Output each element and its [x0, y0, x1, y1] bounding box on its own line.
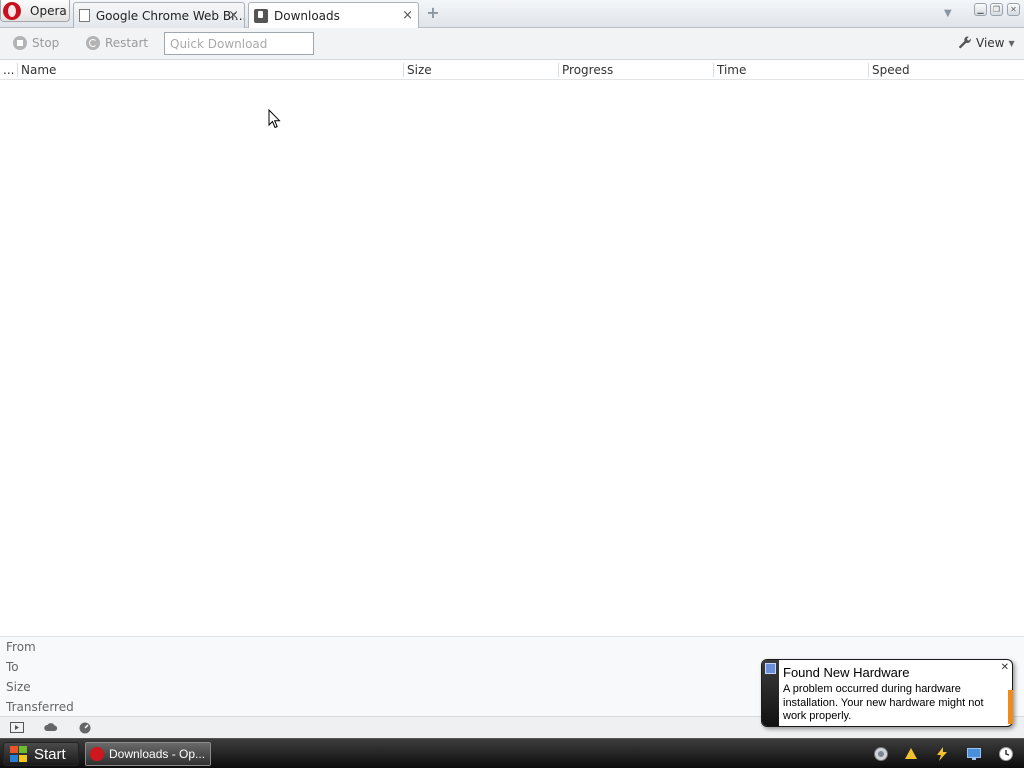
notification-body: A problem occurred during hardware insta… — [783, 683, 984, 722]
detail-size-label: Size — [6, 680, 31, 694]
close-icon[interactable]: ✕ — [1001, 662, 1009, 673]
quick-download-input[interactable] — [164, 32, 314, 55]
tray-network-icon[interactable] — [873, 746, 889, 762]
close-tab-icon[interactable]: × — [228, 8, 239, 23]
opera-menu-button[interactable]: Opera — [0, 0, 70, 22]
view-label: View — [976, 36, 1005, 50]
stop-button[interactable]: Stop — [13, 36, 59, 50]
tray-monitor-icon[interactable] — [966, 746, 982, 762]
turbo-speedometer-icon[interactable] — [78, 721, 92, 734]
download-list[interactable] — [0, 81, 1024, 635]
new-tab-button[interactable]: + — [425, 5, 441, 21]
column-speed[interactable]: Speed — [872, 63, 910, 77]
column-header: ... Name Size Progress Time Speed — [0, 61, 1024, 80]
notification-accent — [1008, 690, 1013, 724]
tab-label: Downloads — [274, 9, 340, 23]
downloads-icon — [254, 9, 268, 23]
opera-icon — [90, 747, 104, 761]
column-divider — [403, 63, 404, 77]
stop-icon — [13, 36, 27, 50]
found-new-hardware-notification[interactable]: ✕ Found New Hardware A problem occurred … — [761, 659, 1013, 727]
close-tab-icon[interactable]: × — [402, 8, 413, 23]
tab-downloads[interactable]: Downloads × — [248, 2, 419, 29]
restart-button[interactable]: Restart — [86, 36, 148, 50]
opera-unite-cloud-icon[interactable] — [44, 721, 58, 734]
column-divider — [868, 63, 869, 77]
column-size[interactable]: Size — [407, 63, 432, 77]
tray-alert-icon[interactable] — [903, 746, 919, 762]
taskbar-item-label: Downloads - Op... — [109, 747, 206, 761]
column-handle[interactable]: ... — [3, 63, 14, 77]
tray-lightning-icon[interactable] — [934, 746, 950, 762]
restore-icon[interactable]: ❐ — [990, 3, 1003, 16]
column-name[interactable]: Name — [21, 63, 56, 77]
tab-list-chevron-icon[interactable]: ▼ — [944, 8, 952, 19]
detail-to-label: To — [6, 660, 19, 674]
start-label: Start — [34, 745, 66, 763]
tab-label: Google Chrome Web Br... — [95, 8, 244, 23]
stop-label: Stop — [32, 36, 60, 50]
minimize-icon[interactable]: ▁ — [974, 3, 987, 16]
wrench-icon — [959, 36, 971, 49]
chevron-down-icon: ▼ — [1008, 38, 1015, 48]
hardware-icon — [765, 663, 776, 674]
restart-label: Restart — [105, 36, 149, 50]
mouse-cursor-icon — [268, 109, 281, 129]
column-divider — [558, 63, 559, 77]
tray-clock-icon[interactable] — [998, 746, 1014, 762]
tab-google-chrome[interactable]: Google Chrome Web Br... × — [73, 2, 245, 28]
opera-logo-icon — [3, 1, 21, 20]
column-time[interactable]: Time — [717, 63, 746, 77]
windows-flag-icon — [9, 745, 29, 763]
downloads-toolbar: Stop Restart View ▼ — [0, 28, 1024, 60]
tab-bar: Opera Google Chrome Web Br... × Download… — [0, 0, 1024, 29]
taskbar-item-opera-downloads[interactable]: Downloads - Op... — [85, 742, 211, 766]
start-button[interactable]: Start — [3, 742, 79, 766]
close-window-icon[interactable]: ✕ — [1007, 3, 1020, 16]
detail-transferred-label: Transferred — [6, 700, 74, 714]
panel-toggle-icon[interactable] — [10, 721, 24, 734]
view-menu-button[interactable]: View ▼ — [958, 36, 1015, 50]
notification-title: Found New Hardware — [783, 665, 910, 680]
windows-taskbar: Start Downloads - Op... — [0, 738, 1024, 768]
detail-from-label: From — [6, 640, 36, 654]
restart-icon — [86, 36, 100, 50]
column-divider — [17, 63, 18, 77]
column-divider — [713, 63, 714, 77]
column-progress[interactable]: Progress — [562, 63, 613, 77]
opera-menu-label: Opera — [30, 3, 67, 18]
page-icon — [79, 9, 90, 22]
